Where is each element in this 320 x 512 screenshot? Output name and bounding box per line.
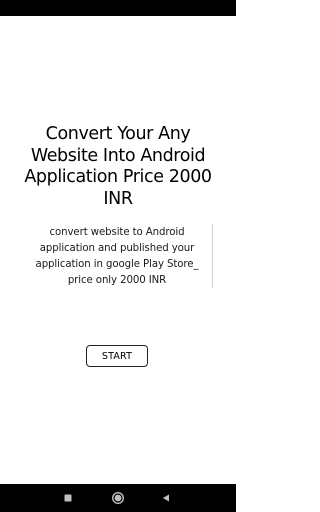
description-text: convert website to Android application a… xyxy=(35,227,199,286)
page-title: Convert Your Any Website Into Android Ap… xyxy=(24,124,212,209)
home-button[interactable] xyxy=(104,484,132,512)
start-button-label: START xyxy=(101,350,133,362)
square-icon xyxy=(64,494,72,502)
back-button[interactable] xyxy=(152,484,180,512)
recents-button[interactable] xyxy=(54,484,82,512)
status-bar xyxy=(0,0,236,16)
description-container: convert website to Android application a… xyxy=(22,224,213,288)
triangle-left-icon xyxy=(162,494,169,502)
system-navigation-bar xyxy=(0,484,236,512)
start-button[interactable]: START xyxy=(86,345,148,367)
circle-icon xyxy=(111,491,125,505)
